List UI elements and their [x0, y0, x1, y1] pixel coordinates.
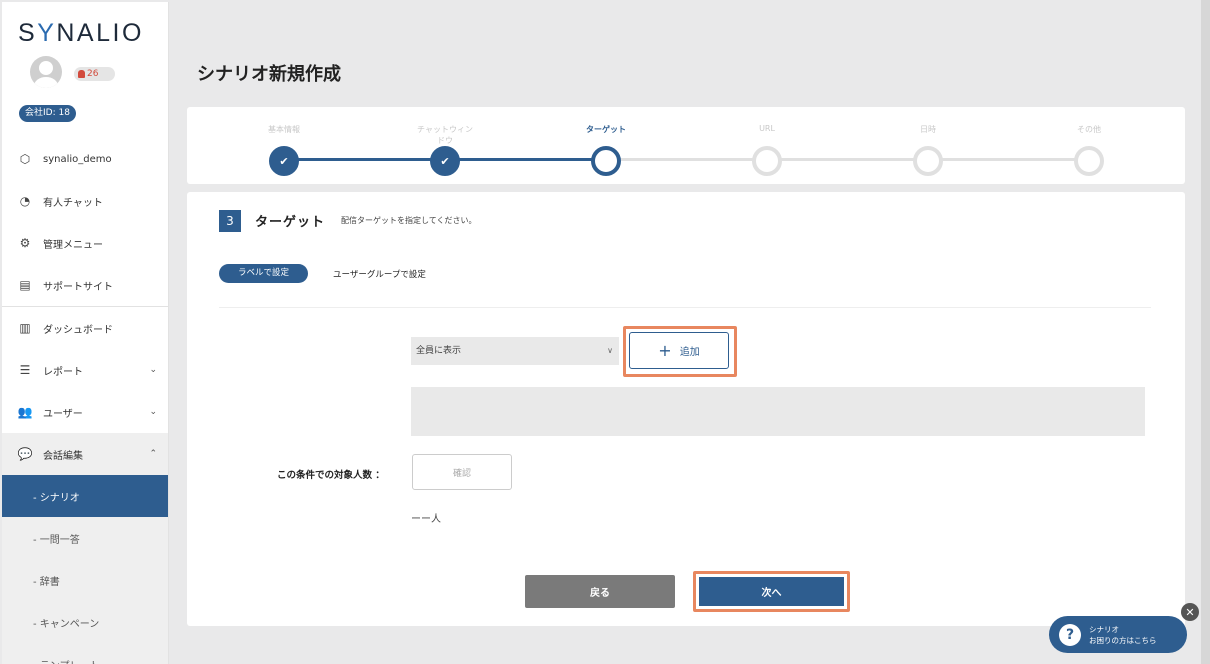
section-number: 3 — [219, 210, 241, 232]
sidebar-subitem-scenario[interactable]: - シナリオ — [2, 475, 168, 517]
users-icon: 👥 — [17, 405, 33, 419]
chevron-up-icon: ⌃ — [149, 449, 157, 459]
step-other: その他 — [1059, 124, 1119, 176]
bell-icon — [78, 70, 85, 78]
pending-step-circle — [913, 146, 943, 176]
synalio-logo[interactable]: SYNALIO — [18, 19, 144, 48]
headset-icon: ◔ — [19, 194, 31, 208]
pending-step-circle — [1074, 146, 1104, 176]
help-widget[interactable]: ? シナリオ お困りの方はこちら — [1049, 616, 1187, 653]
target-select[interactable]: 全員に表示 ∨ — [411, 337, 619, 365]
target-settings-card: 3 ターゲット 配信ターゲットを指定してください。 ラベルで設定 ユーザーグルー… — [187, 192, 1185, 626]
step-url: URL — [737, 124, 797, 176]
target-count-value: ーー人 — [411, 514, 441, 525]
sidebar-item-live-chat[interactable]: ◔ 有人チャット — [2, 180, 168, 222]
sidebar: SYNALIO 26 会社ID: 18 ⬡ synalio_demo ◔ 有人チャッ… — [2, 2, 169, 664]
target-count-label: この条件での対象人数 ： — [277, 470, 385, 481]
sidebar-item-conversation-edit[interactable]: 💬 会話編集 ⌃ — [2, 433, 168, 475]
scrollbar[interactable] — [1201, 0, 1210, 664]
gears-icon: ⚙ — [19, 236, 31, 250]
chevron-down-icon: ∨ — [607, 346, 613, 355]
sidebar-nav: ⬡ synalio_demo ◔ 有人チャット ⚙ 管理メニュー ▤ サポートサイト ▥… — [2, 138, 168, 664]
bar-chart-icon: ▥ — [19, 321, 31, 335]
avatar[interactable] — [30, 56, 62, 88]
step-chat-window: チャットウィンドウ ✔ — [415, 124, 475, 176]
step-target: ターゲット — [576, 124, 636, 176]
sidebar-item-dashboard[interactable]: ▥ ダッシュボード — [2, 307, 168, 349]
chevron-down-icon: ⌄ — [149, 365, 157, 375]
tab-label-setting[interactable]: ラベルで設定 — [219, 264, 308, 283]
section-title: ターゲット — [255, 215, 326, 230]
check-icon: ✔ — [430, 146, 460, 176]
chat-bubbles-icon: 💬 — [17, 447, 33, 461]
section-description: 配信ターゲットを指定してください。 — [341, 216, 477, 225]
selected-labels-area[interactable] — [411, 387, 1145, 436]
sidebar-item-users[interactable]: 👥 ユーザー ⌄ — [2, 391, 168, 433]
cube-icon: ⬡ — [19, 152, 31, 166]
notification-badge[interactable]: 26 — [74, 67, 115, 81]
next-button[interactable]: 次へ — [699, 577, 844, 606]
page-title: シナリオ新規作成 — [197, 64, 341, 85]
browser-window-icon: ▤ — [19, 278, 31, 292]
back-button[interactable]: 戻る — [525, 575, 675, 608]
current-step-circle — [591, 146, 621, 176]
tab-user-group-setting[interactable]: ユーザーグループで設定 — [333, 268, 426, 280]
sidebar-subitem-dictionary[interactable]: - 辞書 — [2, 559, 168, 601]
sidebar-item-support-site[interactable]: ▤ サポートサイト — [2, 264, 168, 306]
sidebar-subitem-template[interactable]: - テンプレート — [2, 643, 168, 664]
list-icon: ☰ — [19, 363, 31, 377]
progress-stepper: 基本情報 ✔ チャットウィンドウ ✔ ターゲット URL 日時 その他 — [187, 107, 1185, 184]
company-id-badge: 会社ID: 18 — [19, 105, 76, 122]
sidebar-subitem-faq[interactable]: - 一問一答 — [2, 517, 168, 559]
divider — [219, 307, 1151, 308]
pending-step-circle — [752, 146, 782, 176]
plus-icon: + — [658, 341, 672, 360]
add-button[interactable]: + 追加 — [629, 332, 729, 369]
close-icon[interactable]: ✕ — [1181, 603, 1199, 621]
step-datetime: 日時 — [898, 124, 958, 176]
sidebar-item-admin-menu[interactable]: ⚙ 管理メニュー — [2, 222, 168, 264]
sidebar-subitem-campaign[interactable]: - キャンペーン — [2, 601, 168, 643]
check-icon: ✔ — [269, 146, 299, 176]
chevron-down-icon: ⌄ — [149, 407, 157, 417]
sidebar-item-synalio-demo[interactable]: ⬡ synalio_demo — [2, 138, 168, 180]
question-icon: ? — [1059, 623, 1081, 646]
step-basic-info: 基本情報 ✔ — [254, 124, 314, 176]
sidebar-item-reports[interactable]: ☰ レポート ⌄ — [2, 349, 168, 391]
confirm-button[interactable]: 確認 — [412, 454, 512, 490]
